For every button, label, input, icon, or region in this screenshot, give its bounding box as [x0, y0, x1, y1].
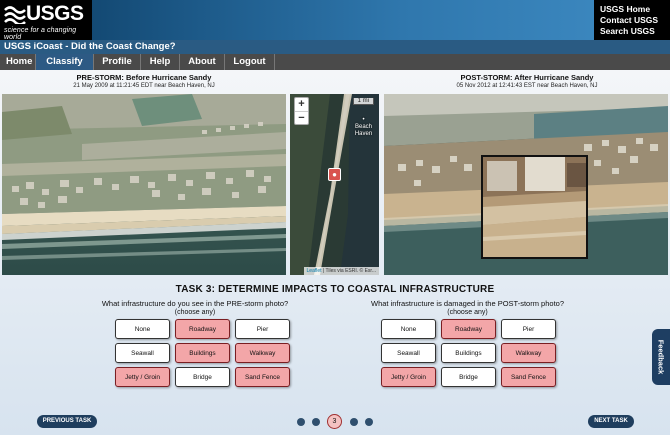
feedback-tab[interactable]: Feedback — [652, 329, 670, 385]
leaflet-link[interactable]: Leaflet — [307, 268, 322, 274]
task-title: TASK 3: DETERMINE IMPACTS TO COASTAL INF… — [175, 284, 495, 295]
post-option-none[interactable]: None — [381, 319, 436, 339]
location-map[interactable]: + − 1 mi • Beach Haven ● Leaflet | Tiles… — [290, 94, 379, 275]
pre-option-sand-fence[interactable]: Sand Fence — [235, 367, 290, 387]
task-dot-current[interactable]: 3 — [327, 414, 342, 429]
nav-profile[interactable]: Profile — [94, 54, 141, 70]
post-option-jetty-groin[interactable]: Jetty / Groin — [381, 367, 436, 387]
post-option-roadway[interactable]: Roadway — [441, 319, 496, 339]
site-header — [0, 0, 670, 40]
pre-storm-title: PRE-STORM: Before Hurricane Sandy — [76, 73, 212, 82]
post-storm-question-text: What infrastructure is damaged in the PO… — [370, 299, 564, 308]
post-option-buildings[interactable]: Buildings — [441, 343, 496, 363]
logo-tagline: science for a changing world — [4, 27, 77, 41]
pre-storm-question: What infrastructure do you see in the PR… — [80, 299, 310, 317]
post-option-walkway[interactable]: Walkway — [501, 343, 556, 363]
pre-option-none[interactable]: None — [115, 319, 170, 339]
usgs-home-link[interactable]: USGS Home — [600, 4, 670, 15]
pre-storm-date: 21 May 2009 at 11:21:45 EDT near Beach H… — [73, 83, 215, 89]
nav-about[interactable]: About — [180, 54, 225, 70]
app-title: USGS iCoast - Did the Coast Change? — [4, 41, 176, 52]
previous-task-button[interactable]: PREVIOUS TASK — [37, 415, 97, 428]
pre-storm-caption: PRE-STORM: Before Hurricane Sandy 21 May… — [0, 73, 288, 89]
task-dot-2[interactable] — [312, 418, 320, 426]
camera-marker-icon[interactable]: ● — [328, 168, 341, 181]
usgs-wave-icon — [4, 6, 26, 24]
post-storm-question-hint: (choose any) — [447, 309, 488, 316]
map-attribution: Leaflet | Tiles via ESRI. © Esr... — [303, 267, 379, 275]
task-dot-5[interactable] — [365, 418, 373, 426]
task-dot-1[interactable] — [297, 418, 305, 426]
post-storm-title: POST-STORM: After Hurricane Sandy — [460, 73, 594, 82]
pre-storm-question-text: What infrastructure do you see in the PR… — [101, 299, 289, 308]
post-option-sand-fence[interactable]: Sand Fence — [501, 367, 556, 387]
pre-storm-aerial-image — [2, 94, 286, 275]
pre-option-seawall[interactable]: Seawall — [115, 343, 170, 363]
pre-option-walkway[interactable]: Walkway — [235, 343, 290, 363]
task-dot-4[interactable] — [350, 418, 358, 426]
top-links: USGS Home Contact USGS Search USGS — [594, 0, 670, 40]
place-dot-icon: • — [362, 117, 365, 123]
post-option-seawall[interactable]: Seawall — [381, 343, 436, 363]
pre-option-bridge[interactable]: Bridge — [175, 367, 230, 387]
post-storm-photo[interactable] — [384, 94, 668, 275]
post-storm-question: What infrastructure is damaged in the PO… — [345, 299, 590, 317]
next-task-button[interactable]: NEXT TASK — [588, 415, 634, 428]
pre-storm-question-hint: (choose any) — [174, 309, 216, 316]
post-storm-caption: POST-STORM: After Hurricane Sandy 05 Nov… — [384, 73, 670, 89]
nav-classify[interactable]: Classify — [36, 54, 94, 70]
pre-storm-photo[interactable] — [2, 94, 286, 275]
pre-option-jetty-groin[interactable]: Jetty / Groin — [115, 367, 170, 387]
pre-option-pier[interactable]: Pier — [235, 319, 290, 339]
map-place-label: • Beach Haven — [348, 117, 379, 138]
post-storm-date: 05 Nov 2012 at 12:41:43 EST near Beach H… — [456, 83, 598, 89]
logo-text: USGS — [26, 2, 84, 25]
usgs-logo[interactable]: USGS science for a changing world — [0, 0, 92, 41]
nav-help[interactable]: Help — [141, 54, 180, 70]
post-option-bridge[interactable]: Bridge — [441, 367, 496, 387]
map-scale: 1 mi — [352, 98, 374, 105]
main-nav: Home Classify Profile Help About Logout — [0, 54, 670, 70]
feedback-label: Feedback — [656, 339, 666, 375]
post-option-pier[interactable]: Pier — [501, 319, 556, 339]
zoom-in-button[interactable]: + — [295, 98, 308, 111]
zoom-inset — [481, 155, 588, 259]
nav-logout[interactable]: Logout — [225, 54, 275, 70]
nav-home[interactable]: Home — [0, 54, 36, 70]
map-zoom-control: + − — [294, 97, 309, 125]
contact-usgs-link[interactable]: Contact USGS — [600, 15, 670, 26]
pre-option-roadway[interactable]: Roadway — [175, 319, 230, 339]
pre-option-buildings[interactable]: Buildings — [175, 343, 230, 363]
zoom-inset-image — [483, 157, 586, 257]
zoom-out-button[interactable]: − — [295, 111, 308, 124]
search-usgs-link[interactable]: Search USGS — [600, 26, 670, 37]
